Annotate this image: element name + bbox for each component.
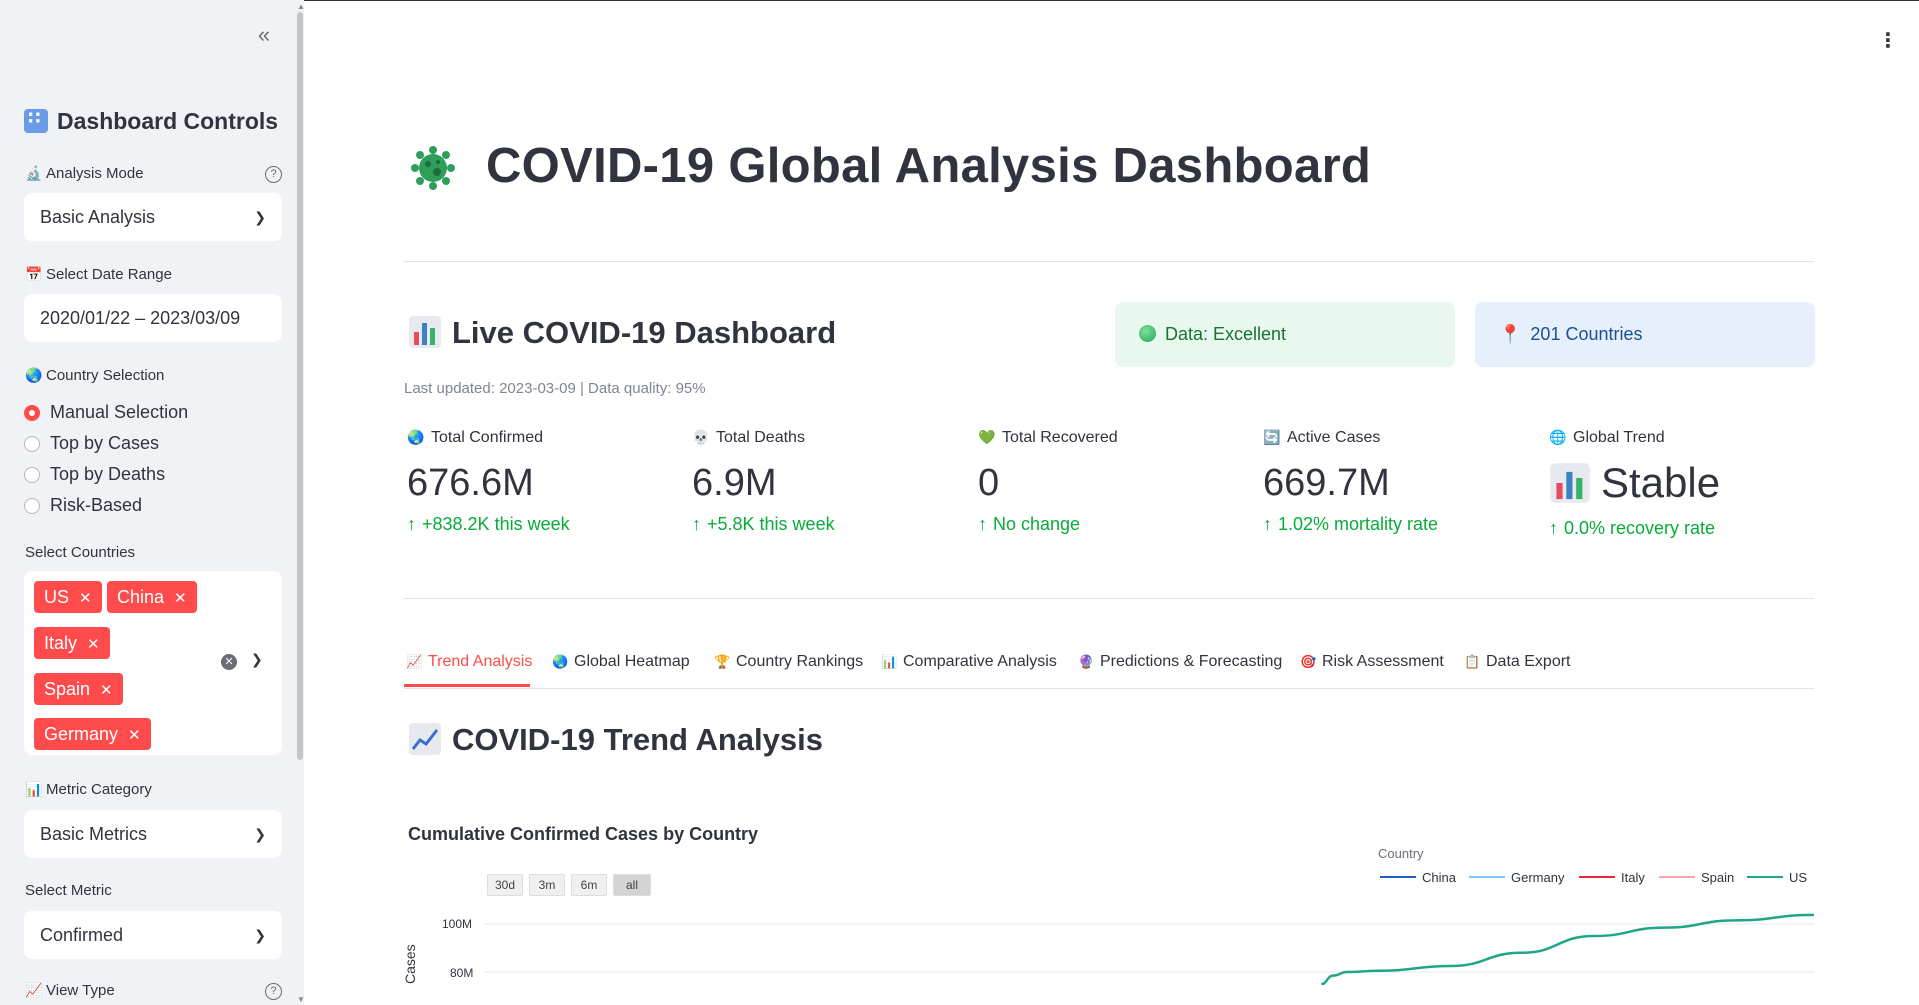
series-line-us: [1321, 913, 1815, 986]
chart-plot-area: [484, 913, 1815, 986]
